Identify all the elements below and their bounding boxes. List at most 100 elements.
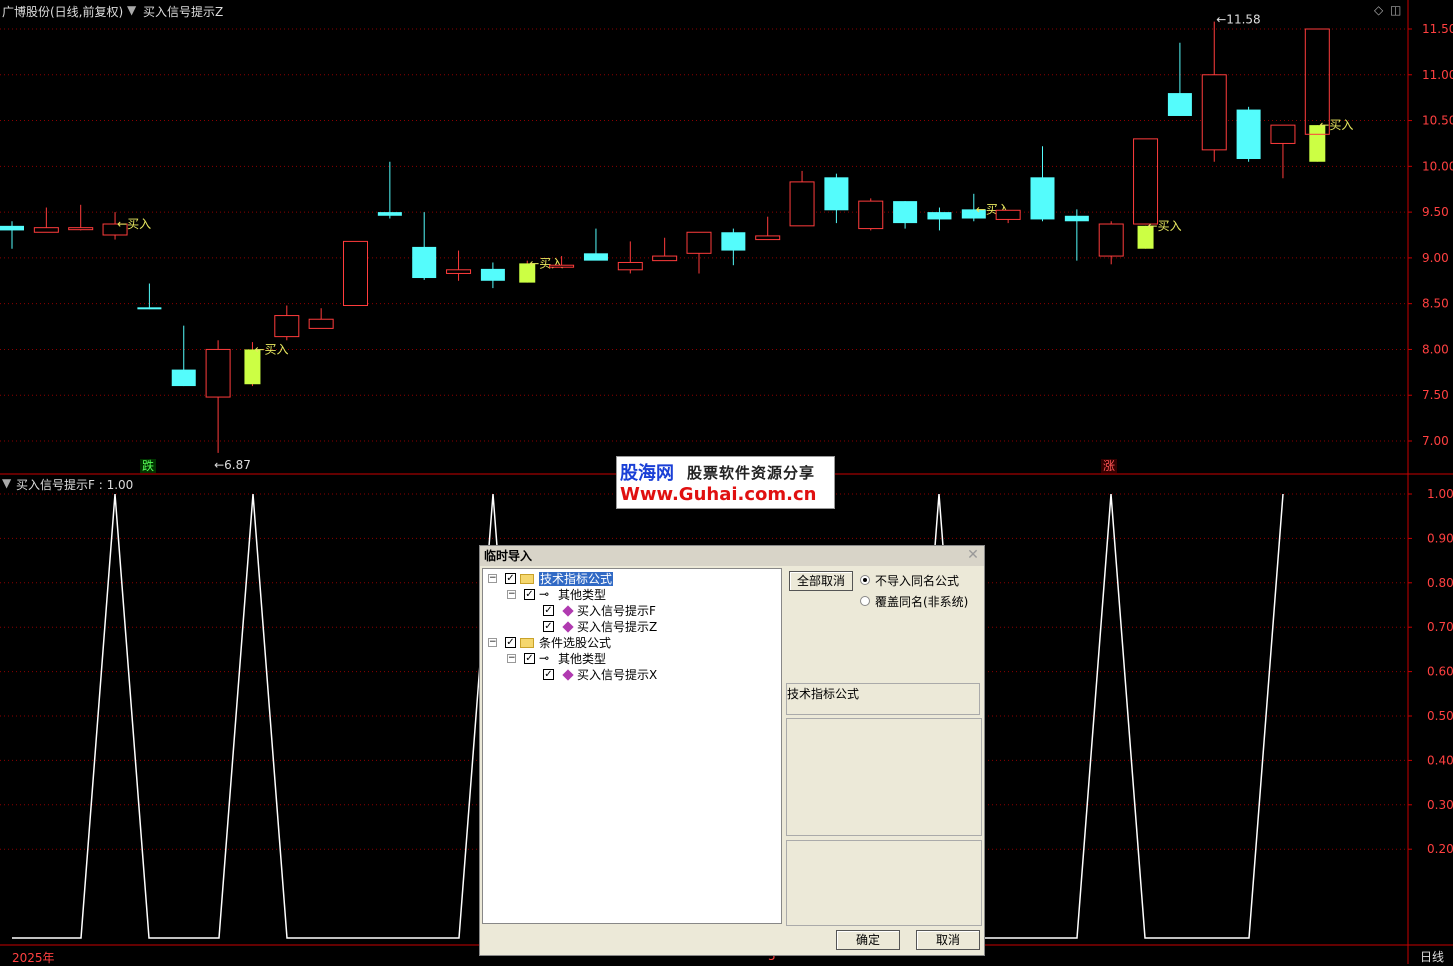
candle-body xyxy=(583,253,608,261)
buy-label: ←买入 xyxy=(117,217,151,231)
overwrite-radio[interactable] xyxy=(860,596,870,606)
checkbox[interactable]: ✓ xyxy=(524,589,535,600)
indicator-title[interactable]: 买入信号提示Z xyxy=(143,3,223,20)
candle-body xyxy=(480,268,505,281)
sub-indicator-dropdown-icon[interactable]: ▼ xyxy=(2,476,11,490)
description-label-panel: 技术指标公式 xyxy=(786,683,980,715)
candle xyxy=(686,231,712,274)
description-box xyxy=(786,718,982,836)
candle xyxy=(789,170,815,227)
candle xyxy=(171,325,196,387)
candle xyxy=(137,283,162,310)
formula-tree[interactable]: − ✓ 技术指标公式 − ✓ ⊸ 其他类型 ✓ 买入信号提示F ✓ 买入信号提示… xyxy=(482,568,782,924)
close-icon[interactable]: ✕ xyxy=(966,548,980,562)
clear-all-button[interactable]: 全部取消 xyxy=(789,571,853,591)
checkbox[interactable]: ✓ xyxy=(524,653,535,664)
description-label: 技术指标公式 xyxy=(787,687,860,701)
candle-body xyxy=(1236,109,1261,160)
dialog-title: 临时导入 xyxy=(480,546,984,566)
candle xyxy=(308,308,334,329)
checkbox[interactable]: ✓ xyxy=(505,637,516,648)
candle-body xyxy=(171,369,196,387)
candle xyxy=(755,216,781,241)
candle xyxy=(927,207,952,231)
checkbox[interactable]: ✓ xyxy=(543,669,554,680)
collapse-icon[interactable]: − xyxy=(507,590,516,599)
watermark-banner: 股海网 股票软件资源分享 Www.Guhai.com.cn xyxy=(616,456,835,509)
checkbox[interactable]: ✓ xyxy=(505,573,516,584)
zhang-marker: 涨 xyxy=(1103,458,1115,473)
candle xyxy=(0,221,24,249)
candle xyxy=(446,250,472,281)
candle-body xyxy=(412,246,437,279)
candle xyxy=(858,198,884,231)
tree-node-buy-signal-x[interactable]: 买入信号提示X xyxy=(577,667,657,683)
key-icon: ⊸ xyxy=(539,587,550,601)
candle-body xyxy=(1133,138,1159,225)
candle-body xyxy=(995,209,1021,220)
tree-node-buy-signal-z[interactable]: 买入信号提示Z xyxy=(577,619,657,635)
skip-duplicate-radio[interactable] xyxy=(860,575,870,585)
watermark-brand: 股海网 xyxy=(620,463,674,484)
candle-body xyxy=(446,269,472,274)
checkbox[interactable]: ✓ xyxy=(543,621,554,632)
price-tick-label: 11.50 xyxy=(1422,22,1453,36)
candle-body xyxy=(343,240,368,306)
candle-body xyxy=(33,227,59,233)
panel-toggle-icon[interactable]: ◫ xyxy=(1390,3,1401,17)
tree-node-buy-signal-f[interactable]: 买入信号提示F xyxy=(577,603,656,619)
price-tick-label: 11.00 xyxy=(1422,68,1453,82)
diamond-icon[interactable]: ◇ xyxy=(1374,3,1383,17)
candle xyxy=(343,240,368,306)
ok-button[interactable]: 确定 xyxy=(836,930,900,950)
candle-body xyxy=(1098,223,1124,257)
high-annotation: ←11.58 xyxy=(1216,13,1260,27)
candle xyxy=(1236,106,1261,162)
candle xyxy=(824,173,849,224)
candle xyxy=(652,237,678,262)
signal-tick-label: 0.70 xyxy=(1427,620,1453,634)
cancel-button[interactable]: 取消 xyxy=(916,930,980,950)
candle-body xyxy=(927,212,952,220)
candle-body xyxy=(1270,124,1296,144)
tree-node-other-type-2[interactable]: 其他类型 xyxy=(558,651,606,667)
indicator-dropdown-icon[interactable]: ▼ xyxy=(127,3,136,17)
period-label[interactable]: 日线 xyxy=(1420,948,1444,965)
signal-tick-label: 1.00 xyxy=(1427,487,1453,501)
price-tick-label: 9.00 xyxy=(1422,251,1449,265)
signal-tick-label: 0.90 xyxy=(1427,531,1453,545)
candle xyxy=(583,228,608,261)
candle-body xyxy=(1201,74,1227,151)
collapse-icon[interactable]: − xyxy=(488,574,497,583)
signal-tick-label: 0.40 xyxy=(1427,753,1453,767)
candle xyxy=(1064,209,1089,261)
candle-body xyxy=(308,318,334,329)
tree-node-indicator-formula[interactable]: 技术指标公式 xyxy=(539,571,614,587)
candle xyxy=(480,262,505,289)
tree-node-stock-screen-formula[interactable]: 条件选股公式 xyxy=(539,635,611,651)
candle xyxy=(995,209,1021,224)
sub-indicator-title[interactable]: 买入信号提示F : 1.00 xyxy=(16,476,133,493)
price-tick-label: 8.00 xyxy=(1422,342,1449,356)
candle-body xyxy=(686,231,712,254)
collapse-icon[interactable]: − xyxy=(488,638,497,647)
candle-body xyxy=(274,315,300,338)
candle-body xyxy=(68,227,94,231)
low-annotation: ←6.87 xyxy=(214,458,251,472)
signal-tick-label: 0.20 xyxy=(1427,842,1453,856)
candle-body xyxy=(755,235,781,241)
price-tick-label: 8.50 xyxy=(1422,297,1449,311)
checkbox[interactable]: ✓ xyxy=(543,605,554,616)
tree-node-other-type[interactable]: 其他类型 xyxy=(558,587,606,603)
candle-body xyxy=(858,200,884,230)
formula-icon xyxy=(562,605,574,617)
buy-label: ←买入 xyxy=(1319,118,1353,132)
candle-body xyxy=(205,348,231,398)
candle xyxy=(893,201,918,229)
collapse-icon[interactable]: − xyxy=(507,654,516,663)
params-box xyxy=(786,840,982,926)
candle xyxy=(1304,28,1330,162)
date-label: 2025年 xyxy=(12,951,55,965)
candle xyxy=(1098,221,1124,265)
skip-duplicate-label: 不导入同名公式 xyxy=(875,574,960,588)
